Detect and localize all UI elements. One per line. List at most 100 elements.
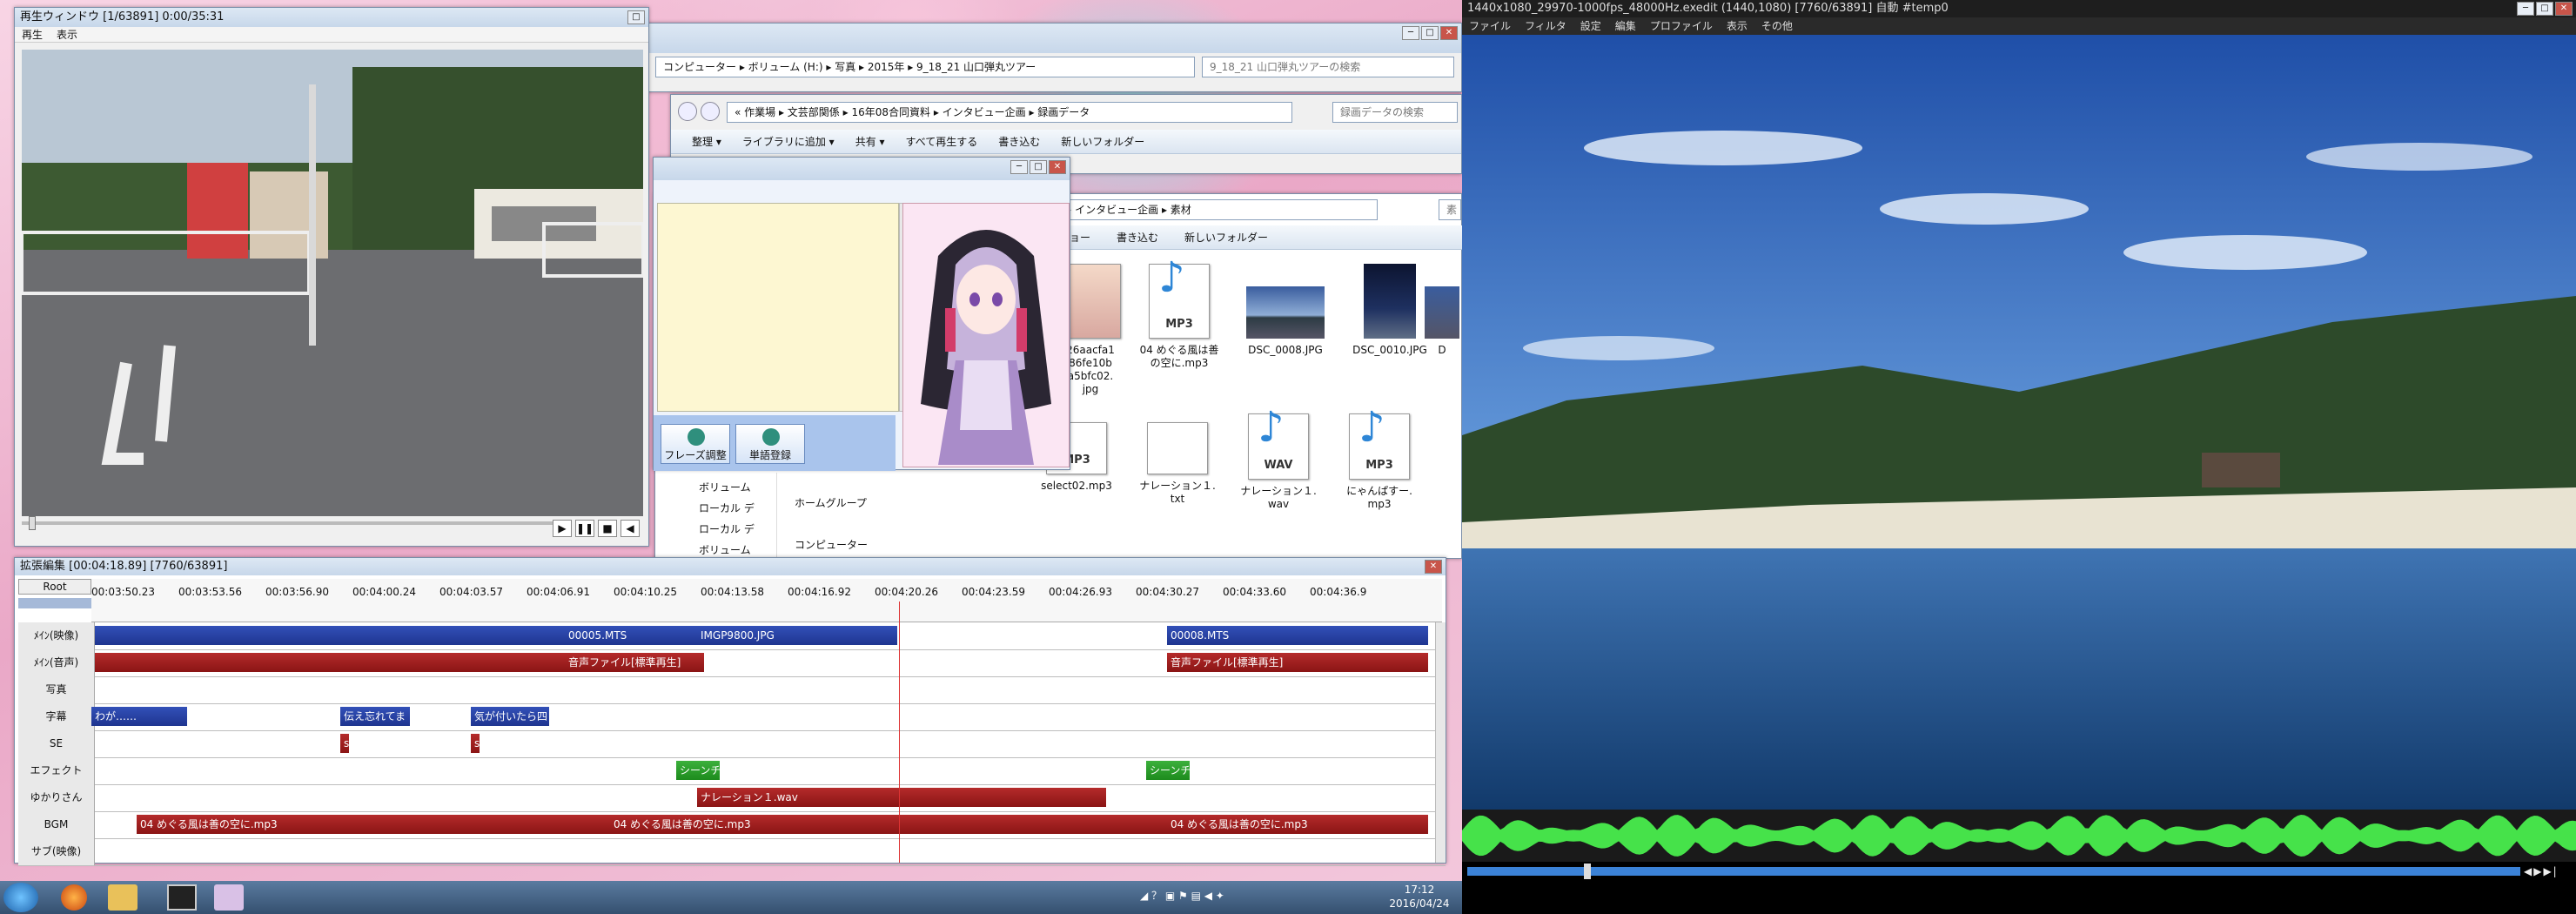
menu-view[interactable]: 表示	[57, 27, 77, 42]
menu-play[interactable]: 再生	[22, 27, 43, 42]
start-icon[interactable]	[3, 883, 38, 912]
nav-item-local2[interactable]: ローカル デ	[699, 521, 755, 536]
file-item[interactable]: DSC_0008.JPG	[1233, 264, 1338, 357]
maximize-icon[interactable]: □	[1421, 26, 1439, 40]
track-label[interactable]: サブ(映像)	[18, 838, 95, 865]
address-bar[interactable]: « 作業場 ▸ 文芸部関係 ▸ 16年08合同資料 ▸ インタビュー企画 ▸ 録…	[727, 102, 1292, 123]
clock[interactable]: 17:12 2016/04/24	[1380, 883, 1459, 911]
new-folder-button[interactable]: 新しいフォルダー	[1061, 130, 1144, 153]
video-frame[interactable]	[22, 50, 643, 516]
track-label[interactable]: ﾒｲﾝ(音声)	[18, 649, 95, 676]
timeline-clip[interactable]	[95, 626, 565, 645]
close-icon[interactable]: ✕	[1425, 560, 1442, 574]
seek-handle[interactable]	[29, 516, 36, 530]
timeline-clip[interactable]: 音声ファイル[標準再生]	[565, 653, 704, 672]
voiceroid-window[interactable]: ─ □ ✕ フレーズ調整 単語登録	[653, 157, 1070, 471]
explorer-window-back[interactable]: ─ □ ✕ コンピューター ▸ ボリューム (H:) ▸ 写真 ▸ 2015年 ▸ …	[644, 23, 1462, 92]
frame-nav-icons[interactable]: ◀▶▶|	[2524, 865, 2576, 877]
organize-button[interactable]: 整理 ▾	[692, 130, 721, 153]
main-edit-window[interactable]: 1440x1080_29970-1000fps_48000Hz.exedit (…	[1462, 0, 2576, 914]
explorer-back-titlebar[interactable]: ─ □ ✕	[645, 24, 1461, 53]
track-layer[interactable]: BGM 04 めぐる風は善の空に.mp3 04 めぐる風は善の空に.mp3 04 めぐ…	[18, 811, 1446, 839]
track-layer[interactable]: ﾒｲﾝ(映像) 00005.MTS IMGP9800.JPG 00008.MTS	[18, 622, 1446, 650]
track-layer[interactable]: ゆかりさん ナレーション１.wav	[18, 784, 1446, 812]
playhead-cursor[interactable]	[899, 601, 900, 863]
track-layer[interactable]: ﾒｲﾝ(音声) 音声ファイル[標準再生] 音声ファイル[標準再生]	[18, 649, 1446, 677]
address-bar[interactable]: コンピューター ▸ ボリューム (H:) ▸ 写真 ▸ 2015年 ▸ 9_18…	[655, 57, 1195, 77]
menu-edit[interactable]: 編集	[1615, 17, 1636, 35]
maximize-icon[interactable]: □	[2536, 2, 2553, 16]
root-button[interactable]: Root	[18, 579, 91, 595]
timeline-clip[interactable]: 伝え忘れてま	[340, 707, 410, 726]
back-icon[interactable]	[678, 102, 697, 121]
nav-item-computer[interactable]: コンピューター	[795, 537, 868, 552]
timeline-clip[interactable]: 04 めぐる風は善の空に.mp3	[1167, 815, 1428, 834]
add-library-button[interactable]: ライブラリに追加 ▾	[742, 130, 835, 153]
minimize-icon[interactable]: ─	[2517, 2, 2534, 16]
track-layer[interactable]: SE s s	[18, 730, 1446, 758]
play-all-button[interactable]: すべて再生する	[906, 130, 978, 153]
burn-button[interactable]: 書き込む	[1117, 225, 1158, 249]
menu-file[interactable]: ファイル	[1469, 17, 1511, 35]
maximize-icon[interactable]: □	[1030, 160, 1047, 174]
volume-icon[interactable]: ◀	[621, 520, 640, 537]
main-seek-bar[interactable]	[1467, 867, 2520, 876]
timeline-clip[interactable]: IMGP9800.JPG	[697, 626, 897, 645]
film-icon[interactable]	[167, 884, 197, 911]
forward-icon[interactable]	[701, 102, 720, 121]
close-icon[interactable]: ✕	[2555, 2, 2573, 16]
timeline-clip[interactable]: ナレーション１.wav	[697, 788, 1106, 807]
track-label[interactable]: ゆかりさん	[18, 784, 95, 811]
timeline-window[interactable]: 拡張編集 [00:04:18.89] [7760/63891] ✕ Root 0…	[14, 557, 1446, 866]
voiceroid-icon[interactable]	[214, 884, 244, 911]
nav-item-volume2[interactable]: ボリューム	[699, 542, 751, 557]
file-item[interactable]: D	[1421, 264, 1463, 357]
file-item[interactable]: ナレーション１. txt	[1125, 422, 1230, 506]
minimize-icon[interactable]: ─	[1010, 160, 1028, 174]
play-icon[interactable]: ▶	[553, 520, 572, 537]
track-label[interactable]: エフェクト	[18, 757, 95, 784]
menu-profile[interactable]: プロファイル	[1650, 17, 1713, 35]
minimize-icon[interactable]: ─	[1402, 26, 1419, 40]
track-label[interactable]: BGM	[18, 811, 95, 838]
track-layer[interactable]: サブ(映像)	[18, 838, 1446, 866]
new-folder-button[interactable]: 新しいフォルダー	[1184, 225, 1268, 249]
timeline-clip[interactable]: シーンチ	[1146, 761, 1190, 780]
timeline-clip[interactable]: s	[340, 734, 349, 753]
main-seek-handle[interactable]	[1584, 864, 1591, 879]
timeline-clip[interactable]: シーンチ	[676, 761, 720, 780]
track-label[interactable]: 写真	[18, 676, 95, 703]
burn-button[interactable]: 書き込む	[998, 130, 1040, 153]
player-titlebar[interactable]: 再生ウィンドウ [1/63891] 0:00/35:31	[15, 8, 648, 27]
phrase-adjust-button[interactable]: フレーズ調整	[661, 424, 730, 464]
folder-icon[interactable]	[108, 884, 138, 911]
track-layer[interactable]: エフェクト シーンチ シーンチ	[18, 757, 1446, 785]
track-label[interactable]: SE	[18, 730, 95, 757]
menu-settings[interactable]: 設定	[1580, 17, 1601, 35]
stop-icon[interactable]: ■	[598, 520, 617, 537]
timeline-clip[interactable]: 気が付いたら四	[471, 707, 549, 726]
firefox-icon[interactable]	[61, 884, 87, 911]
main-titlebar[interactable]: 1440x1080_29970-1000fps_48000Hz.exedit (…	[1462, 0, 2576, 17]
pause-icon[interactable]: ❚❚	[575, 520, 594, 537]
track-label[interactable]: ﾒｲﾝ(映像)	[18, 622, 95, 649]
menu-filter[interactable]: フィルタ	[1525, 17, 1566, 35]
timeline-clip[interactable]: 00008.MTS	[1167, 626, 1428, 645]
player-window[interactable]: 再生ウィンドウ [1/63891] 0:00/35:31 □ 再生 表示 ▶ ❚…	[14, 7, 649, 547]
system-tray-icons[interactable]: ◢ ？ ▣ ⚑ ▤ ◀ ✦	[1140, 888, 1401, 907]
file-item[interactable]: ♪ WAV ナレーション１. wav	[1226, 407, 1331, 511]
file-item[interactable]: ♪ MP3 にゃんぱすー. mp3	[1327, 407, 1432, 511]
track-layer[interactable]: 字幕 わが…… 伝え忘れてま 気が付いたら四	[18, 703, 1446, 731]
scrollbar[interactable]	[1435, 622, 1446, 863]
timeline-clip[interactable]: s	[471, 734, 480, 753]
window-button-icon[interactable]: □	[627, 10, 645, 24]
search-input[interactable]: 録画データの検索	[1332, 102, 1458, 123]
nav-item-homegroup[interactable]: ホームグループ	[795, 495, 867, 510]
timeline-clip[interactable]: 04 めぐる風は善の空に.mp3	[610, 815, 1167, 834]
timeline-clip[interactable]: 音声ファイル[標準再生]	[1167, 653, 1428, 672]
search-input[interactable]: 素	[1439, 199, 1461, 220]
menu-view[interactable]: 表示	[1727, 17, 1748, 35]
voiceroid-text-area[interactable]	[657, 203, 899, 412]
close-icon[interactable]: ✕	[1440, 26, 1458, 40]
search-input[interactable]: 9_18_21 山口弾丸ツアーの検索	[1202, 57, 1454, 77]
